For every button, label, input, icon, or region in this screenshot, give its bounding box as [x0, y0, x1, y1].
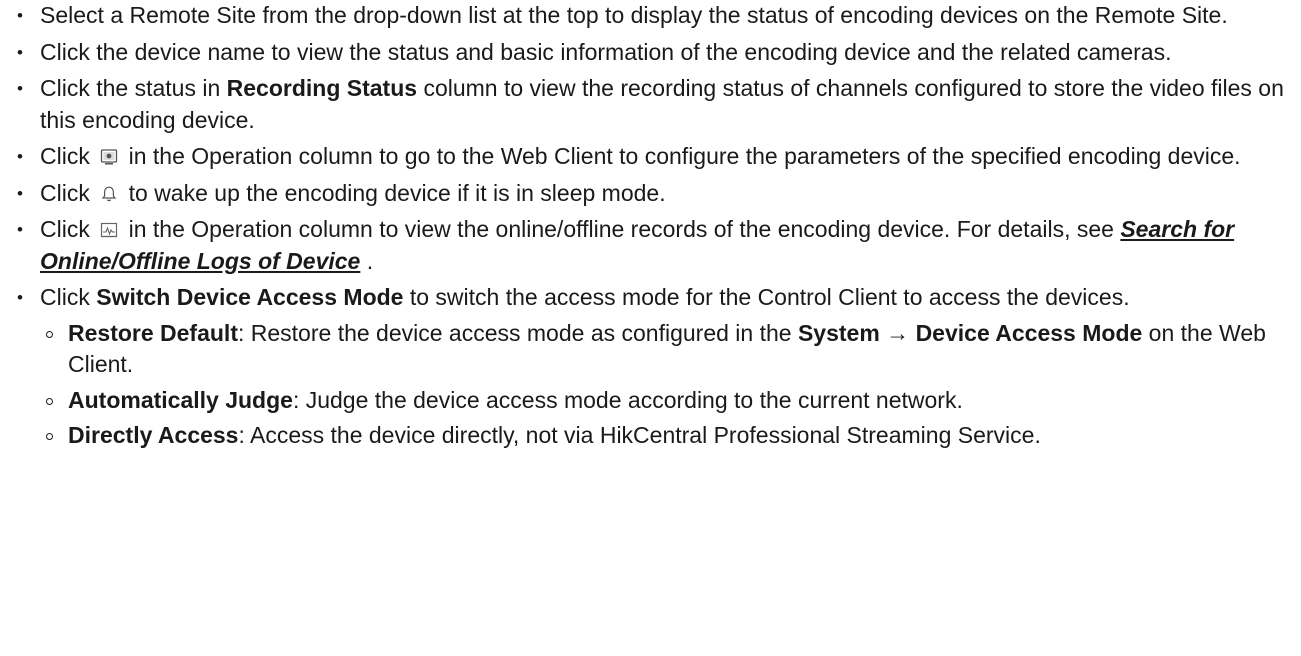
switch-access-mode-term: Switch Device Access Mode [96, 284, 404, 310]
recording-status-term: Recording Status [226, 75, 418, 101]
web-client-icon [100, 143, 118, 165]
sub-list-item: Automatically Judge: Judge the device ac… [40, 385, 1301, 417]
item-text: to switch the access mode for the Contro… [403, 284, 1130, 310]
item-text: Click [40, 179, 90, 206]
bullet-list: Select a Remote Site from the drop-down … [0, 0, 1301, 452]
item-text: Click [40, 284, 97, 310]
bell-icon [100, 180, 118, 201]
list-item: Click the device name to view the status… [0, 37, 1301, 69]
item-text: to wake up the encoding device if it is … [128, 179, 666, 206]
sub-list: Restore Default: Restore the device acce… [40, 318, 1301, 452]
item-text: in the Operation column to view the onli… [128, 216, 1121, 242]
list-item: Select a Remote Site from the drop-down … [0, 0, 1301, 32]
item-text: Click [40, 143, 90, 169]
online-records-icon [100, 216, 118, 238]
restore-default-term: Restore Default [68, 319, 238, 346]
item-text: . [360, 247, 374, 274]
list-item: Click the status in Recording Status col… [0, 73, 1301, 136]
item-text: : Access the device directly, not via Hi… [238, 422, 1041, 448]
sub-list-item: Restore Default: Restore the device acce… [40, 318, 1301, 381]
directly-access-term: Directly Access [68, 422, 239, 448]
item-text: Click the status in [40, 75, 227, 101]
system-access-mode-path: System → Device Access Mode [797, 319, 1143, 346]
item-text: in the Operation column to go to the Web… [128, 143, 1241, 169]
item-text: : Restore the device access mode as conf… [237, 319, 798, 346]
item-text: Select a Remote Site from the drop-down … [40, 2, 1228, 28]
list-item: Click in the Operation column to go to t… [0, 141, 1301, 173]
item-text: : Judge the device access mode according… [292, 386, 963, 413]
item-text: Click the device name to view the status… [40, 38, 1172, 65]
item-text: Click [40, 216, 90, 242]
document-body: Select a Remote Site from the drop-down … [0, 0, 1301, 452]
sub-list-item: Directly Access: Access the device direc… [40, 420, 1301, 452]
automatically-judge-term: Automatically Judge [68, 386, 293, 413]
list-item: Click to wake up the encoding device if … [0, 178, 1301, 210]
list-item: Click in the Operation column to view th… [0, 214, 1301, 277]
list-item: Click Switch Device Access Mode to switc… [0, 282, 1301, 452]
